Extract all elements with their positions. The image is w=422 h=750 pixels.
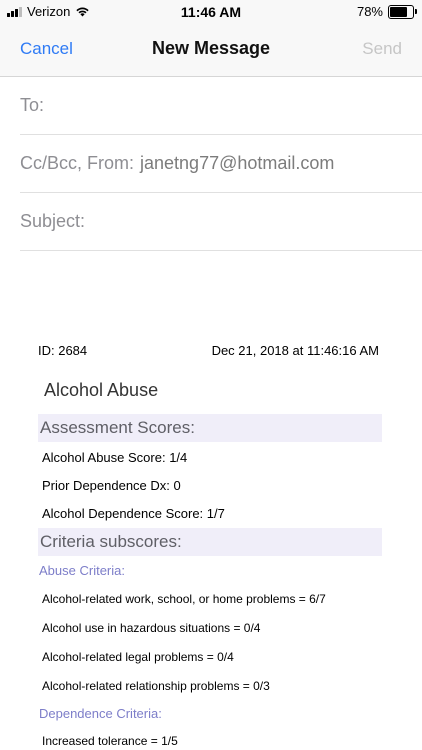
abuse-item-hazardous: Alcohol use in hazardous situations = 0/… xyxy=(42,621,261,635)
score-prior-dependence: Prior Dependence Dx: 0 xyxy=(42,478,181,493)
report-title: Alcohol Abuse xyxy=(44,380,159,400)
score-dependence: Alcohol Dependence Score: 1/7 xyxy=(42,506,225,521)
report-id: ID: 2684 xyxy=(38,343,88,358)
subject-field[interactable]: Subject: xyxy=(20,193,422,251)
cancel-button[interactable]: Cancel xyxy=(20,39,73,59)
abuse-item-relationship: Alcohol-related relationship problems = … xyxy=(42,679,270,693)
status-right: 78% xyxy=(356,4,417,19)
from-address[interactable]: janetng77@hotmail.com xyxy=(140,153,334,173)
to-field[interactable]: To: xyxy=(20,77,422,135)
report-date: Dec 21, 2018 at 11:46:16 AM xyxy=(211,343,379,358)
cc-bcc-from-field[interactable]: Cc/Bcc, From: janetng77@hotmail.com xyxy=(20,135,422,193)
send-button[interactable]: Send xyxy=(362,39,402,59)
criteria-heading: Criteria subscores: xyxy=(38,528,382,556)
score-abuse: Alcohol Abuse Score: 1/4 xyxy=(42,450,188,465)
cc-bcc-from-label: Cc/Bcc, From: xyxy=(20,153,135,173)
dependence-criteria-heading: Dependence Criteria: xyxy=(39,706,162,721)
subject-label: Subject: xyxy=(20,211,86,231)
to-label: To: xyxy=(20,95,45,115)
battery-fill xyxy=(390,6,408,17)
dependence-item-tolerance: Increased tolerance = 1/5 xyxy=(42,734,178,748)
battery-icon xyxy=(388,4,417,19)
abuse-item-legal: Alcohol-related legal problems = 0/4 xyxy=(42,650,234,664)
abuse-criteria-heading: Abuse Criteria: xyxy=(39,563,125,578)
nav-bar: Cancel New Message Send xyxy=(0,24,422,77)
abuse-item-work: Alcohol-related work, school, or home pr… xyxy=(42,592,326,606)
assessment-heading: Assessment Scores: xyxy=(38,414,382,442)
battery-percent: 78% xyxy=(356,4,383,19)
status-bar: Verizon 11:46 AM 78% xyxy=(0,0,422,24)
